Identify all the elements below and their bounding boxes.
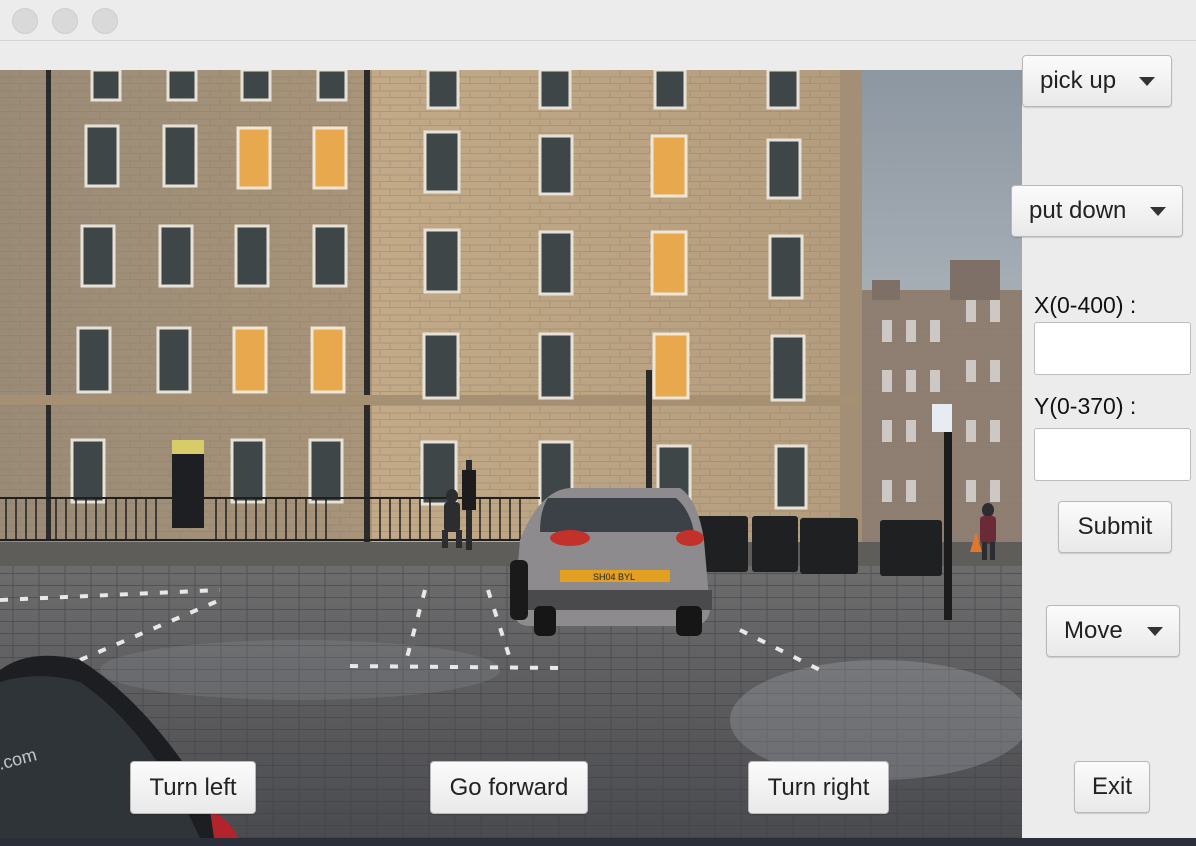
- chevron-down-icon: [1139, 77, 1155, 86]
- title-bar: [0, 0, 1196, 41]
- pick-up-dropdown[interactable]: pick up: [1022, 55, 1172, 107]
- chevron-down-icon: [1147, 627, 1163, 636]
- turn-left-button[interactable]: Turn left: [130, 761, 256, 814]
- y-coordinate-input[interactable]: [1034, 428, 1191, 481]
- app-window: SH04 BYL .com pick up put down X(0-400) …: [0, 0, 1196, 846]
- minimize-window-button[interactable]: [52, 8, 78, 34]
- parked-car: SH04 BYL: [510, 488, 712, 636]
- x-coordinate-label: X(0-400) :: [1034, 292, 1137, 318]
- pick-up-label: pick up: [1040, 67, 1117, 94]
- zoom-window-button[interactable]: [92, 8, 118, 34]
- street-scene-photo: SH04 BYL .com: [0, 70, 1022, 838]
- exit-button[interactable]: Exit: [1074, 761, 1150, 813]
- close-window-button[interactable]: [12, 8, 38, 34]
- go-forward-button[interactable]: Go forward: [430, 761, 588, 814]
- street-view: SH04 BYL .com: [0, 70, 1022, 838]
- turn-right-button[interactable]: Turn right: [748, 761, 889, 814]
- x-coordinate-input[interactable]: [1034, 322, 1191, 375]
- submit-button[interactable]: Submit: [1058, 501, 1172, 553]
- chevron-down-icon: [1150, 207, 1166, 216]
- number-plate-text: SH04 BYL: [593, 572, 635, 582]
- wheelie-bins: [696, 516, 942, 576]
- put-down-label: put down: [1029, 197, 1127, 224]
- move-label: Move: [1064, 617, 1123, 644]
- desktop-strip: [0, 838, 1196, 846]
- y-coordinate-label: Y(0-370) :: [1034, 393, 1137, 419]
- move-dropdown[interactable]: Move: [1046, 605, 1180, 657]
- put-down-dropdown[interactable]: put down: [1011, 185, 1183, 237]
